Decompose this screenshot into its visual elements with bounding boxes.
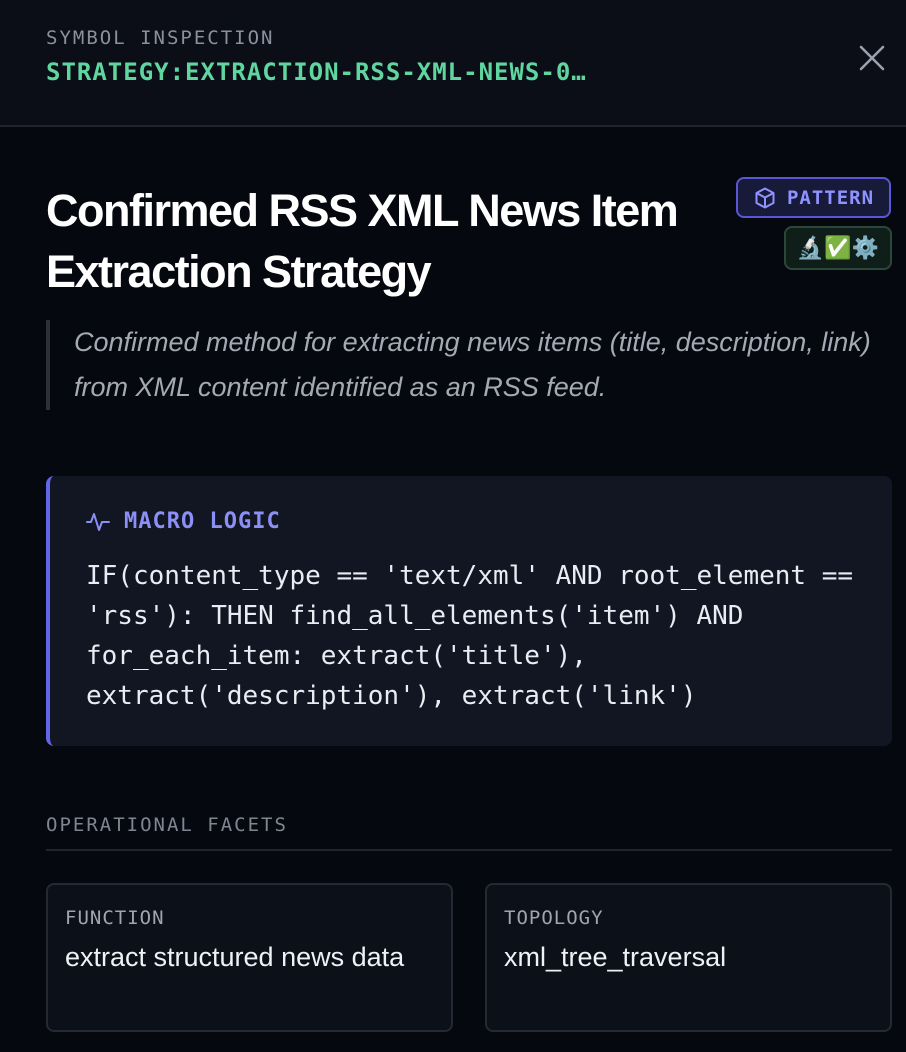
inspector-header: SYMBOL INSPECTION STRATEGY:EXTRACTION-RS… xyxy=(0,0,906,127)
cube-icon xyxy=(755,187,775,208)
symbol-description: Confirmed method for extracting news ite… xyxy=(46,320,906,410)
facet-card-topology: TOPOLOGY xml_tree_traversal xyxy=(485,883,892,1032)
close-icon[interactable] xyxy=(857,43,887,73)
header-eyebrow: SYMBOL INSPECTION xyxy=(46,27,275,49)
facet-value: extract structured news data xyxy=(65,942,405,972)
pulse-icon xyxy=(86,512,110,531)
symbol-id: STRATEGY:EXTRACTION-RSS-XML-NEWS-0… xyxy=(46,58,587,86)
close-button[interactable] xyxy=(852,38,892,78)
macro-logic-code: IF(content_type == 'text/xml' AND root_e… xyxy=(86,561,869,711)
kind-badge-label: PATTERN xyxy=(786,186,875,209)
facet-key: TOPOLOGY xyxy=(504,907,604,929)
facet-card-function: FUNCTION extract structured news data xyxy=(46,883,453,1032)
symbol-title: Confirmed RSS XML News Item Extraction S… xyxy=(46,185,679,297)
macro-logic-header: MACRO LOGIC xyxy=(86,509,281,534)
facet-value: xml_tree_traversal xyxy=(504,942,727,972)
facets-title: OPERATIONAL FACETS xyxy=(46,814,288,836)
status-emojis: 🔬✅⚙️ xyxy=(796,235,880,260)
macro-logic-panel: MACRO LOGIC IF(content_type == 'text/xml… xyxy=(46,476,892,746)
facets-divider xyxy=(46,849,892,851)
status-badge: 🔬✅⚙️ xyxy=(784,226,892,270)
kind-badge: PATTERN xyxy=(736,177,891,218)
macro-logic-label: MACRO LOGIC xyxy=(124,509,281,534)
facet-key: FUNCTION xyxy=(65,907,165,929)
